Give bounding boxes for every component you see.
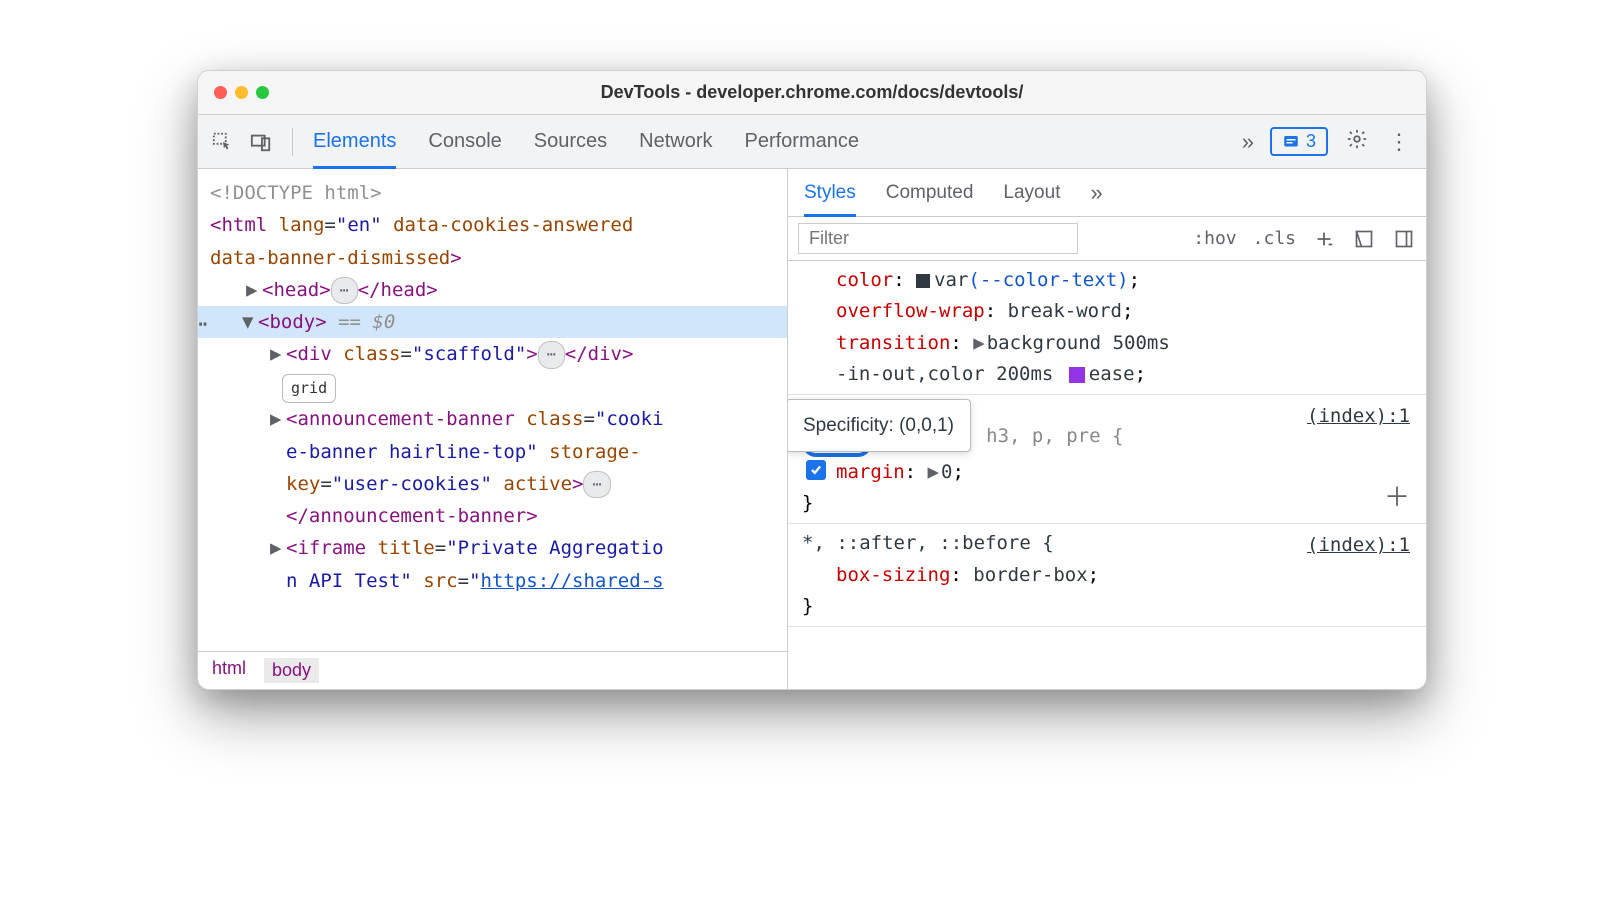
iframe-element[interactable]: ▶<iframe title="Private Aggregatio	[210, 532, 775, 564]
tab-network[interactable]: Network	[639, 118, 712, 165]
decl-transition-cont: -in-out,color 200ms ease;	[802, 359, 1412, 390]
decl-box-sizing[interactable]: box-sizing: border-box;	[802, 560, 1412, 591]
toggle-rendering-icon[interactable]	[1392, 227, 1416, 251]
computed-styles-sidebar-icon[interactable]	[1352, 227, 1376, 251]
styles-panel: Styles Computed Layout » :hov .cls color…	[788, 169, 1426, 689]
hov-toggle[interactable]: :hov	[1193, 228, 1236, 249]
minimize-window-button[interactable]	[235, 86, 248, 99]
tab-computed[interactable]: Computed	[886, 172, 974, 214]
breadcrumb: html body	[198, 651, 787, 689]
tab-sources[interactable]: Sources	[534, 118, 607, 165]
iframe-cont: n API Test" src="https://shared-s	[210, 565, 775, 597]
style-rule-3[interactable]: (index):1 *, ::after, ::before { box-siz…	[788, 524, 1426, 627]
crumb-body[interactable]: body	[264, 658, 319, 683]
main-toolbar: Elements Console Sources Network Perform…	[198, 115, 1426, 169]
tab-layout[interactable]: Layout	[1003, 172, 1060, 214]
content-area: <!DOCTYPE html> <html lang="en" data-coo…	[198, 169, 1426, 689]
titlebar: DevTools - developer.chrome.com/docs/dev…	[198, 71, 1426, 115]
separator	[292, 128, 293, 156]
device-toolbar-icon[interactable]	[250, 131, 272, 153]
decl-overflow-wrap[interactable]: overflow-wrap: break-word;	[802, 296, 1412, 327]
tab-styles[interactable]: Styles	[804, 172, 856, 214]
main-tabs: Elements Console Sources Network Perform…	[313, 118, 1226, 165]
elements-panel: <!DOCTYPE html> <html lang="en" data-coo…	[198, 169, 788, 689]
body-element-selected[interactable]: ⋯▼<body> == $0	[198, 306, 787, 338]
tab-console[interactable]: Console	[428, 118, 501, 165]
devtools-window: DevTools - developer.chrome.com/docs/dev…	[197, 70, 1427, 690]
crumb-html[interactable]: html	[212, 658, 246, 683]
cls-toggle[interactable]: .cls	[1253, 228, 1296, 249]
specificity-tooltip: Specificity: (0,0,1)	[788, 399, 971, 452]
styles-rules: color: var(--color-text); overflow-wrap:…	[788, 261, 1426, 689]
doctype: <!DOCTYPE html>	[210, 177, 775, 209]
div-scaffold[interactable]: ▶<div class="scaffold">⋯</div>	[210, 338, 775, 370]
sidebar-tabs: Styles Computed Layout »	[788, 169, 1426, 217]
more-tabs-icon[interactable]: »	[1242, 129, 1254, 155]
rule-close-brace: }	[802, 591, 1412, 622]
issues-icon	[1282, 133, 1300, 151]
property-checkbox[interactable]	[806, 460, 826, 480]
zoom-window-button[interactable]	[256, 86, 269, 99]
decl-color[interactable]: color: var(--color-text);	[802, 265, 1412, 296]
more-sidebar-tabs-icon[interactable]: »	[1090, 180, 1102, 206]
filter-input[interactable]	[798, 223, 1078, 254]
announcement-banner-cont2: key="user-cookies" active>⋯	[210, 468, 775, 500]
rule-close-brace: }	[802, 488, 1412, 519]
tab-performance[interactable]: Performance	[745, 118, 860, 165]
html-element-cont: data-banner-dismissed>	[210, 242, 775, 274]
announcement-banner[interactable]: ▶<announcement-banner class="cooki	[210, 403, 775, 435]
inspect-element-icon[interactable]	[212, 131, 234, 153]
tab-elements[interactable]: Elements	[313, 118, 396, 165]
close-window-button[interactable]	[214, 86, 227, 99]
announcement-banner-cont1: e-banner hairline-top" storage-	[210, 436, 775, 468]
style-rule-1[interactable]: color: var(--color-text); overflow-wrap:…	[788, 261, 1426, 395]
issues-badge[interactable]: 3	[1270, 127, 1328, 156]
issues-count: 3	[1306, 131, 1316, 152]
new-style-rule-icon[interactable]	[1312, 227, 1336, 251]
color-swatch-icon[interactable]	[916, 274, 930, 288]
traffic-lights	[214, 86, 269, 99]
source-link[interactable]: (index):1	[1307, 530, 1410, 561]
source-link[interactable]: (index):1	[1307, 401, 1410, 432]
styles-filter-bar: :hov .cls	[788, 217, 1426, 261]
head-element[interactable]: ▶<head>⋯</head>	[210, 274, 775, 306]
grid-badge[interactable]: grid	[282, 374, 336, 404]
window-title: DevTools - developer.chrome.com/docs/dev…	[198, 82, 1426, 103]
add-declaration-icon[interactable]: ＋	[1384, 477, 1410, 520]
more-options-icon[interactable]: ⋮	[1386, 129, 1412, 155]
dom-tree[interactable]: <!DOCTYPE html> <html lang="en" data-coo…	[198, 169, 787, 651]
announcement-banner-close: </announcement-banner>	[210, 500, 775, 532]
easing-editor-icon[interactable]	[1069, 367, 1085, 383]
html-element[interactable]: <html lang="en" data-cookies-answered	[210, 209, 775, 241]
settings-icon[interactable]	[1344, 128, 1370, 156]
decl-margin[interactable]: margin: ▶0;	[802, 457, 1412, 488]
decl-transition[interactable]: transition: ▶background 500ms	[802, 328, 1412, 359]
